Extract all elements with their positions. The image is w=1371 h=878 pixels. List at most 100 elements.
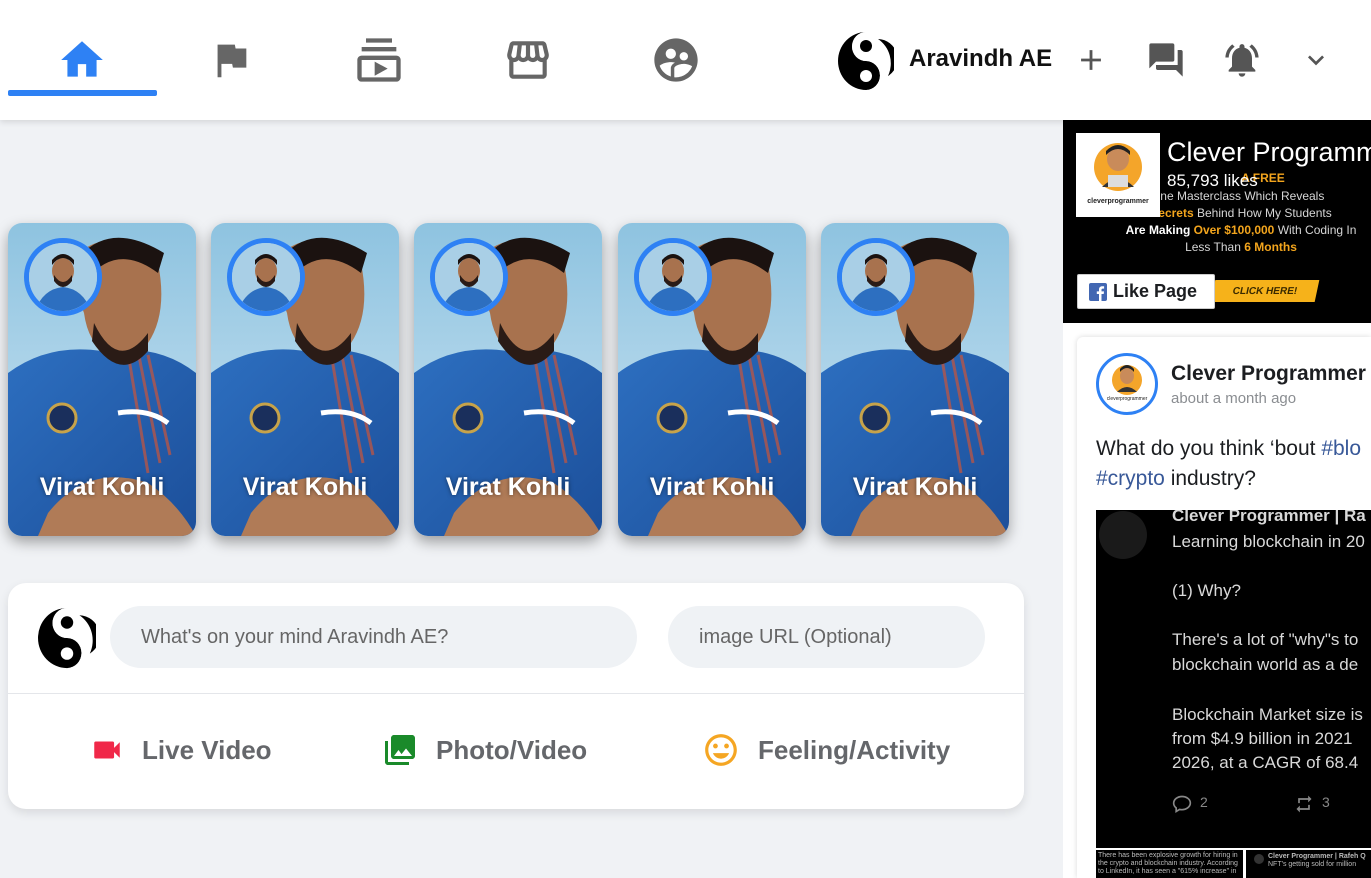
story-card[interactable]: Virat Kohli: [211, 223, 399, 536]
user-avatar[interactable]: [838, 30, 898, 90]
notifications-button[interactable]: [1220, 38, 1264, 82]
post-text-prefix: What do you think ‘bout: [1096, 437, 1322, 460]
sidebar-right: A FREE ine Masterclass Which Reveals Sec…: [1063, 120, 1371, 878]
click-here-label: CLICK HERE!: [1231, 285, 1299, 297]
thumb-line-5: NFT's getting sold for million: [1268, 861, 1357, 868]
story-name: Virat Kohli: [242, 473, 368, 501]
retweet-count: 3: [1322, 794, 1330, 810]
promo-amount: Over $100,000: [1193, 223, 1275, 237]
like-page-label: Like Page: [1113, 281, 1198, 301]
live-video-label: Live Video: [142, 734, 272, 765]
programmer-avatar-icon: cleverprogrammer: [1107, 365, 1148, 402]
nav-groups[interactable]: [646, 30, 706, 90]
feeling-activity-option[interactable]: Feeling/Activity: [702, 725, 950, 775]
tweet-line-3: There's a lot of "why"s to: [1172, 630, 1359, 649]
sender-divider: [8, 693, 1024, 694]
post-thumbnails[interactable]: There has been explosive growth for hiri…: [1096, 850, 1371, 878]
post-message-input[interactable]: [110, 606, 637, 668]
post-text: What do you think ‘bout #blo #crypto indu…: [1096, 434, 1371, 494]
image-url-input[interactable]: [668, 606, 985, 668]
reply-count: 2: [1200, 794, 1208, 810]
post-image-tweet[interactable]: Clever Programmer | Ra Learning blockcha…: [1096, 510, 1371, 848]
live-video-option[interactable]: Live Video: [90, 725, 272, 775]
thumbnail-1[interactable]: There has been explosive growth for hiri…: [1096, 850, 1246, 878]
add-icon: [1081, 50, 1101, 70]
page-plugin-banner[interactable]: A FREE ine Masterclass Which Reveals Sec…: [1063, 120, 1371, 323]
promo-making: Are Making: [1125, 223, 1194, 237]
like-page-button[interactable]: Like Page: [1077, 274, 1215, 309]
page-title[interactable]: Clever Programmer: [1167, 137, 1371, 168]
nav-pages[interactable]: [201, 30, 261, 90]
story-avatar-photo: [842, 243, 910, 311]
post-author[interactable]: Clever Programmer: [1171, 362, 1366, 386]
promo-line-3: Behind How My Students: [1193, 206, 1332, 220]
thumb-line-2: the crypto and blockchain industry. Acco…: [1098, 860, 1238, 867]
videocam-icon: [94, 741, 120, 759]
hashtag-blockchain[interactable]: #blo: [1321, 437, 1361, 460]
story-card[interactable]: Virat Kohli: [618, 223, 806, 536]
story-name: Virat Kohli: [649, 473, 775, 501]
nav-home[interactable]: [52, 30, 112, 90]
story-name: Virat Kohli: [39, 473, 165, 501]
story-avatar: [227, 238, 305, 316]
tweet-line-5: Blockchain Market size is: [1172, 705, 1363, 724]
hashtag-crypto[interactable]: #crypto: [1096, 467, 1165, 490]
thumb-line-1: There has been explosive growth for hiri…: [1098, 852, 1238, 859]
facebook-icon: [1089, 282, 1107, 301]
page-logo[interactable]: cleverprogrammer: [1076, 133, 1160, 217]
story-name: Virat Kohli: [445, 473, 571, 501]
thumbnail-2[interactable]: Clever Programmer | Rafeh Q NFT's gettin…: [1251, 850, 1371, 878]
messenger-button[interactable]: [1144, 38, 1188, 82]
story-card[interactable]: Virat Kohli: [414, 223, 602, 536]
click-here-button[interactable]: CLICK HERE!: [1210, 280, 1320, 302]
story-avatar-photo: [435, 243, 503, 311]
post-timestamp[interactable]: about a month ago: [1171, 390, 1296, 407]
expand-more-icon: [1308, 55, 1324, 66]
tweet-line-1: Learning blockchain in 20: [1172, 532, 1365, 551]
story-avatar-photo: [232, 243, 300, 311]
promo-line-4: With Coding In: [1274, 223, 1357, 237]
thumb-avatar: [1254, 854, 1264, 864]
story-card[interactable]: Virat Kohli: [821, 223, 1009, 536]
story-avatar: [430, 238, 508, 316]
post-author-avatar[interactable]: cleverprogrammer: [1096, 353, 1158, 415]
thumb-line-4: Clever Programmer | Rafeh Q: [1268, 853, 1366, 860]
sender-avatar[interactable]: [38, 605, 100, 669]
logo-text: cleverprogrammer: [1107, 396, 1148, 402]
promo-months: 6 Months: [1244, 240, 1297, 254]
thumb-line-3: to LinkedIn, it has seen a "615% increas…: [1098, 868, 1237, 875]
feed-post: cleverprogrammer Clever Programmer about…: [1077, 337, 1371, 878]
feeling-activity-label: Feeling/Activity: [758, 734, 951, 765]
home-icon: [61, 41, 103, 77]
account-menu-button[interactable]: [1294, 38, 1338, 82]
page-likes: 85,793 likes: [1167, 171, 1258, 190]
nav-active-indicator: [8, 90, 157, 96]
nav-marketplace[interactable]: [498, 30, 558, 90]
programmer-avatar-icon: cleverprogrammer: [1087, 143, 1149, 205]
nav-watch[interactable]: [349, 30, 409, 90]
supervised-user-icon: [654, 38, 698, 82]
story-avatar-photo: [29, 243, 97, 311]
message-sender: Live Video Photo/Video Feeling/Activity: [8, 583, 1024, 809]
photo-library-icon: [385, 735, 415, 765]
tweet-avatar: [1099, 511, 1147, 559]
emoji-smile-icon: [705, 734, 737, 766]
reply-icon: [1172, 795, 1192, 813]
forum-icon: [1149, 43, 1183, 77]
notifications-active-icon: [1225, 44, 1259, 77]
photo-video-option[interactable]: Photo/Video: [382, 725, 587, 775]
tweet-line-7: 2026, at a CAGR of 68.4: [1172, 753, 1359, 772]
storefront-icon: [507, 41, 549, 79]
subscriptions-icon: [357, 38, 401, 82]
flag-icon: [217, 44, 247, 78]
tweet-line-6: from $4.9 billion in 2021: [1172, 729, 1353, 748]
yin-yang-icon: [838, 32, 898, 90]
user-name[interactable]: Aravindh AE: [909, 45, 1052, 73]
story-avatar: [634, 238, 712, 316]
header: Aravindh AE: [0, 0, 1371, 120]
tweet-line-4: blockchain world as a de: [1172, 655, 1359, 674]
post-text-suffix: industry?: [1164, 467, 1256, 490]
story-card[interactable]: Virat Kohli: [8, 223, 196, 536]
create-button[interactable]: [1069, 38, 1113, 82]
story-avatar-photo: [639, 243, 707, 311]
